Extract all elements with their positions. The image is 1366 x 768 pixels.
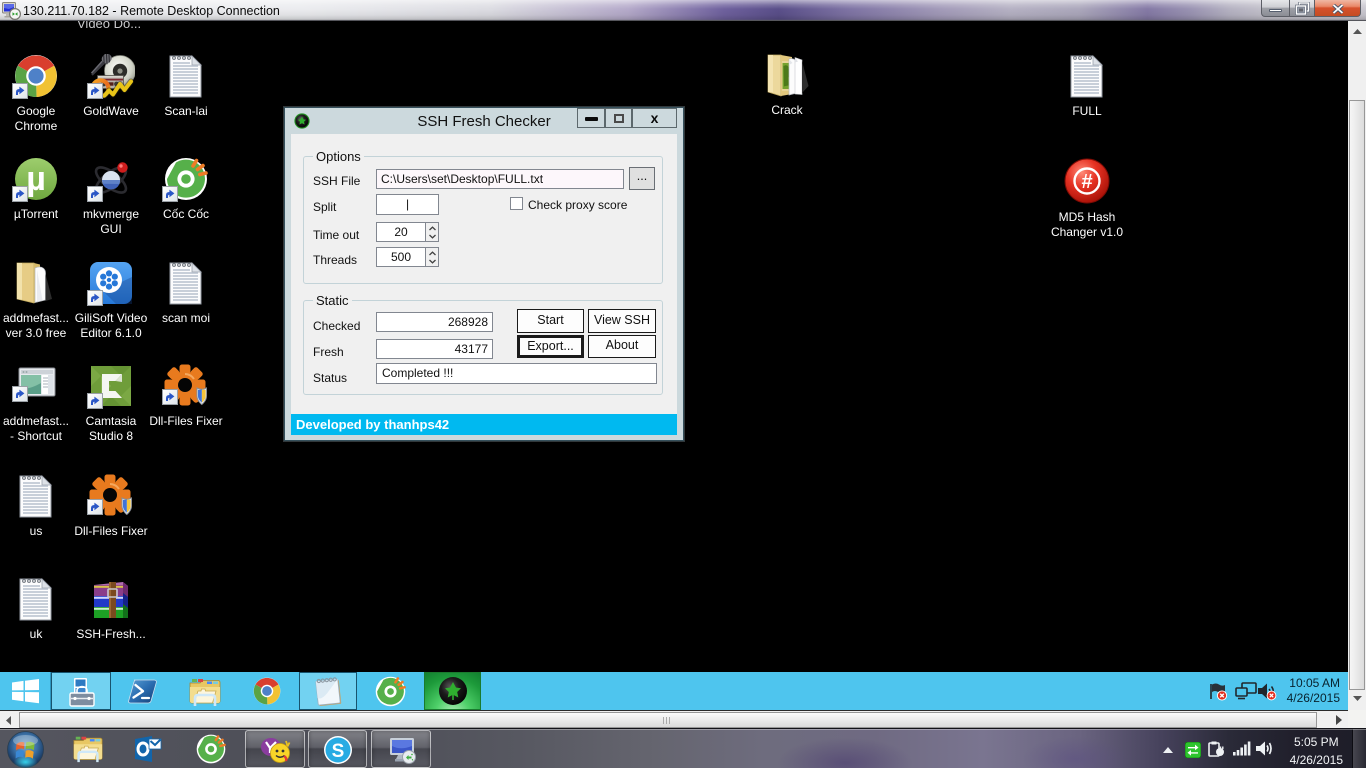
svg-text:S: S xyxy=(332,741,345,762)
svg-text:µ: µ xyxy=(26,160,46,198)
svg-text:#: # xyxy=(1081,171,1092,193)
